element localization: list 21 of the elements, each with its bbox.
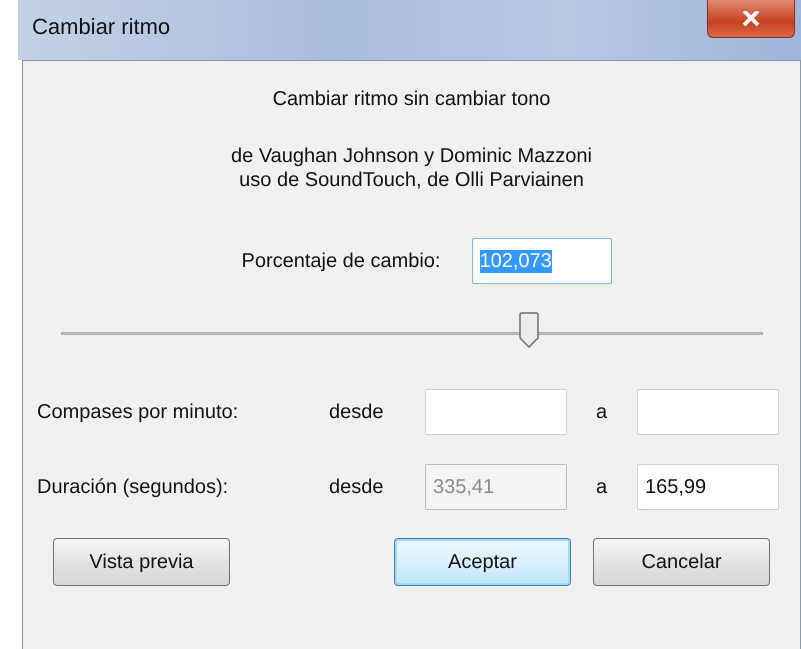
field-label: a [595,476,608,498]
field-label: Compases por minuto: [37,400,240,424]
field-label: desde [329,476,384,498]
input-field[interactable] [425,389,567,435]
window-title: Cambiar ritmo [32,14,170,40]
field-label: Porcentaje de cambio: [241,250,440,272]
slider-thumb[interactable] [518,312,540,348]
close-button[interactable] [707,0,795,38]
credits-text: de Vaughan Johnson y Dominic Mazzoni [231,144,592,168]
description-text: Cambiar ritmo sin cambiar tono [272,87,550,111]
field-label: Duración (segundos): [37,476,230,498]
field-label: desde [329,400,384,424]
cancel-button[interactable]: Cancelar [593,538,770,586]
input-field[interactable]: 165,99 [637,464,779,510]
accept-button[interactable]: Aceptar [394,538,571,586]
preview-button[interactable]: Vista previa [53,538,230,586]
input-field[interactable] [637,389,779,435]
credits-text: uso de SoundTouch, de Olli Parviainen [239,168,584,192]
field-label: a [595,400,608,424]
slider-track[interactable] [60,332,762,335]
close-icon [741,10,761,26]
